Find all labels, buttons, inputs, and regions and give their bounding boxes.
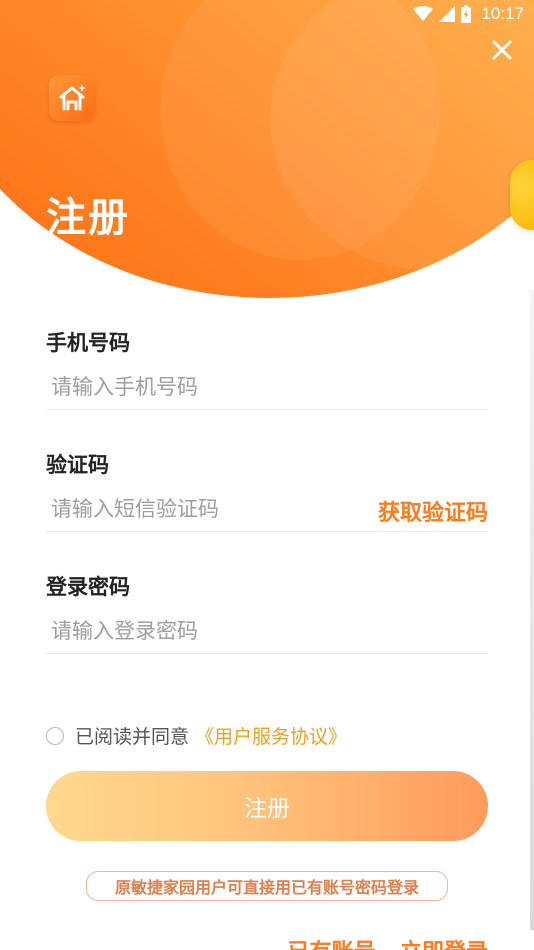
login-prompt-text: 已有账号 — [288, 940, 376, 950]
page-title: 注册 — [46, 195, 130, 241]
migration-notice-badge: 原敏捷家园用户可直接用已有账号密码登录 — [86, 871, 448, 901]
app-logo — [49, 75, 95, 121]
code-label: 验证码 — [46, 453, 109, 477]
get-code-button[interactable]: 获取验证码 — [378, 495, 488, 527]
signal-icon — [439, 6, 456, 22]
agreement-text: 已阅读并同意 — [75, 726, 190, 748]
house-sparkle-icon — [59, 84, 86, 111]
header-background — [0, 0, 534, 300]
close-button[interactable] — [488, 36, 516, 64]
close-icon — [492, 40, 512, 60]
wifi-icon — [413, 6, 434, 21]
phone-input[interactable] — [46, 364, 488, 410]
password-label: 登录密码 — [46, 575, 130, 599]
scrollbar[interactable] — [530, 290, 534, 930]
status-time: 10:17 — [481, 4, 524, 23]
battery-icon — [461, 5, 472, 23]
status-bar: 10:17 — [0, 0, 534, 28]
agreement-checkbox[interactable] — [46, 726, 64, 745]
phone-label: 手机号码 — [46, 331, 130, 355]
password-input[interactable] — [46, 608, 488, 654]
agreement-row: 已阅读并同意 《用户服务协议》 — [46, 722, 347, 749]
login-link[interactable]: 立即登录 — [400, 940, 488, 950]
user-agreement-link[interactable]: 《用户服务协议》 — [195, 722, 347, 749]
floating-edge-button[interactable] — [510, 160, 534, 230]
register-button[interactable]: 注册 — [46, 771, 488, 841]
login-prompt: 已有账号,立即登录 — [288, 934, 488, 950]
